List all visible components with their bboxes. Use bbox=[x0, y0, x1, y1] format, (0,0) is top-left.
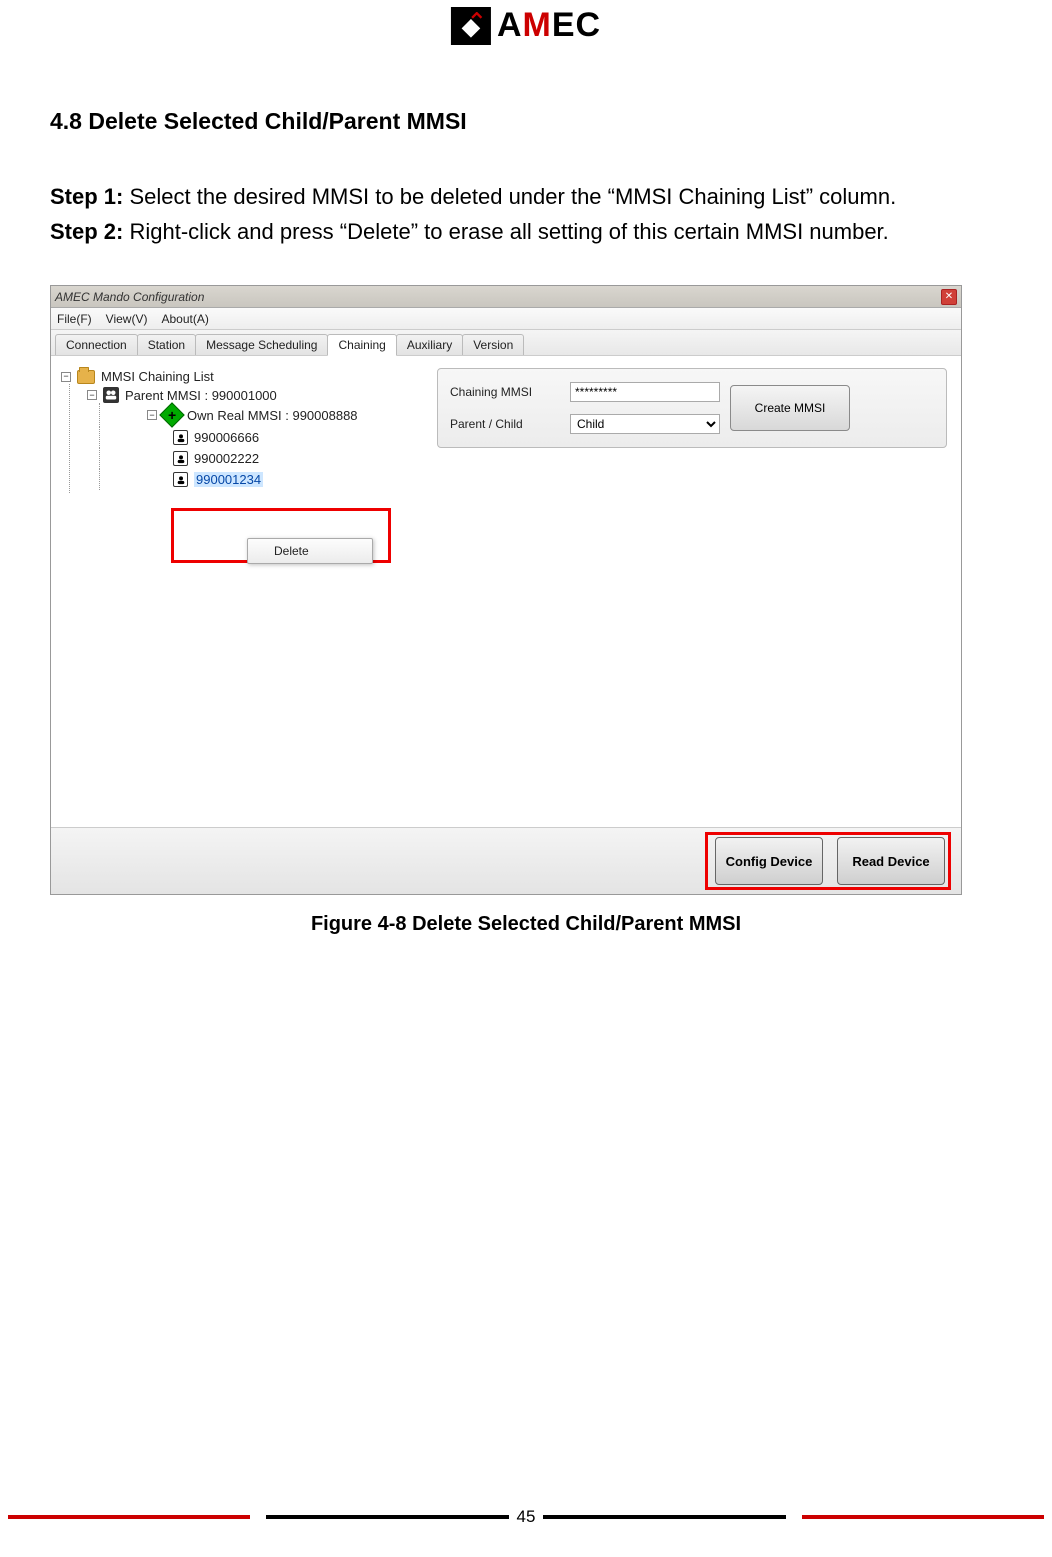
section-title: 4.8 Delete Selected Child/Parent MMSI bbox=[50, 108, 1002, 135]
person-icon bbox=[173, 451, 188, 466]
menu-file[interactable]: File(F) bbox=[57, 312, 92, 326]
folder-icon bbox=[77, 370, 95, 384]
tab-chaining[interactable]: Chaining bbox=[327, 334, 396, 356]
figure-caption: Figure 4-8 Delete Selected Child/Parent … bbox=[50, 913, 1002, 936]
tree-child-3-selected[interactable]: 990001234 bbox=[194, 472, 263, 487]
person-icon bbox=[173, 430, 188, 445]
collapse-icon[interactable]: − bbox=[87, 390, 97, 400]
footer-bar-red-left bbox=[8, 1515, 250, 1519]
window-titlebar: AMEC Mando Configuration ✕ bbox=[51, 286, 961, 308]
tree-own-label[interactable]: Own Real MMSI : 990008888 bbox=[187, 408, 358, 423]
tree-parent-label[interactable]: Parent MMSI : 990001000 bbox=[125, 388, 277, 403]
logo-text-m: M bbox=[523, 6, 552, 45]
tab-message-scheduling[interactable]: Message Scheduling bbox=[195, 334, 328, 355]
people-icon bbox=[103, 387, 119, 403]
menubar: File(F) View(V) About(A) bbox=[51, 308, 961, 330]
tab-version[interactable]: Version bbox=[462, 334, 524, 355]
parent-child-label: Parent / Child bbox=[450, 417, 560, 431]
tab-connection[interactable]: Connection bbox=[55, 334, 138, 355]
step-1-label: Step 1: bbox=[50, 184, 123, 209]
parent-child-select[interactable]: Child bbox=[570, 414, 720, 434]
menu-about[interactable]: About(A) bbox=[161, 312, 208, 326]
footer-bar-black-right bbox=[543, 1515, 785, 1519]
tree-panel: − MMSI Chaining List − bbox=[51, 356, 423, 827]
logo-text-a: A bbox=[497, 6, 523, 45]
app-window: AMEC Mando Configuration ✕ File(F) View(… bbox=[50, 285, 962, 895]
tab-auxiliary[interactable]: Auxiliary bbox=[396, 334, 463, 355]
context-menu: Delete bbox=[247, 538, 373, 564]
page-number: 45 bbox=[517, 1507, 536, 1527]
logo-mark-icon bbox=[451, 7, 491, 45]
logo-text-ec: EC bbox=[552, 6, 601, 45]
page-footer: 45 bbox=[0, 1507, 1052, 1527]
tree-root-label[interactable]: MMSI Chaining List bbox=[101, 369, 214, 384]
footer-bar-black-left bbox=[266, 1515, 508, 1519]
step-1-text: Select the desired MMSI to be deleted un… bbox=[123, 184, 896, 209]
plus-diamond-icon: + bbox=[159, 403, 184, 428]
tree-child-1[interactable]: 990006666 bbox=[194, 430, 259, 445]
collapse-icon[interactable]: − bbox=[147, 410, 157, 420]
person-icon bbox=[173, 472, 188, 487]
form-panel: Chaining MMSI Create MMSI Parent / Child… bbox=[423, 356, 961, 827]
tree-child-2[interactable]: 990002222 bbox=[194, 451, 259, 466]
close-icon[interactable]: ✕ bbox=[941, 289, 957, 305]
chaining-mmsi-label: Chaining MMSI bbox=[450, 385, 560, 399]
menu-view[interactable]: View(V) bbox=[106, 312, 148, 326]
tabstrip: Connection Station Message Scheduling Ch… bbox=[51, 330, 961, 356]
step-1: Step 1: Select the desired MMSI to be de… bbox=[50, 179, 1002, 214]
step-2-label: Step 2: bbox=[50, 219, 123, 244]
footer-bar-red-right bbox=[802, 1515, 1044, 1519]
step-2: Step 2: Right-click and press “Delete” t… bbox=[50, 214, 1002, 249]
tab-station[interactable]: Station bbox=[137, 334, 196, 355]
bottom-bar: Config Device Read Device bbox=[51, 828, 961, 894]
context-menu-delete[interactable]: Delete bbox=[248, 539, 372, 563]
collapse-icon[interactable]: − bbox=[61, 372, 71, 382]
config-device-button[interactable]: Config Device bbox=[715, 837, 823, 885]
brand-logo: AMEC bbox=[451, 6, 601, 45]
window-title: AMEC Mando Configuration bbox=[55, 290, 204, 304]
chaining-mmsi-input[interactable] bbox=[570, 382, 720, 402]
read-device-button[interactable]: Read Device bbox=[837, 837, 945, 885]
create-mmsi-button[interactable]: Create MMSI bbox=[730, 385, 850, 431]
step-2-text: Right-click and press “Delete” to erase … bbox=[123, 219, 888, 244]
create-mmsi-form: Chaining MMSI Create MMSI Parent / Child… bbox=[437, 368, 947, 448]
